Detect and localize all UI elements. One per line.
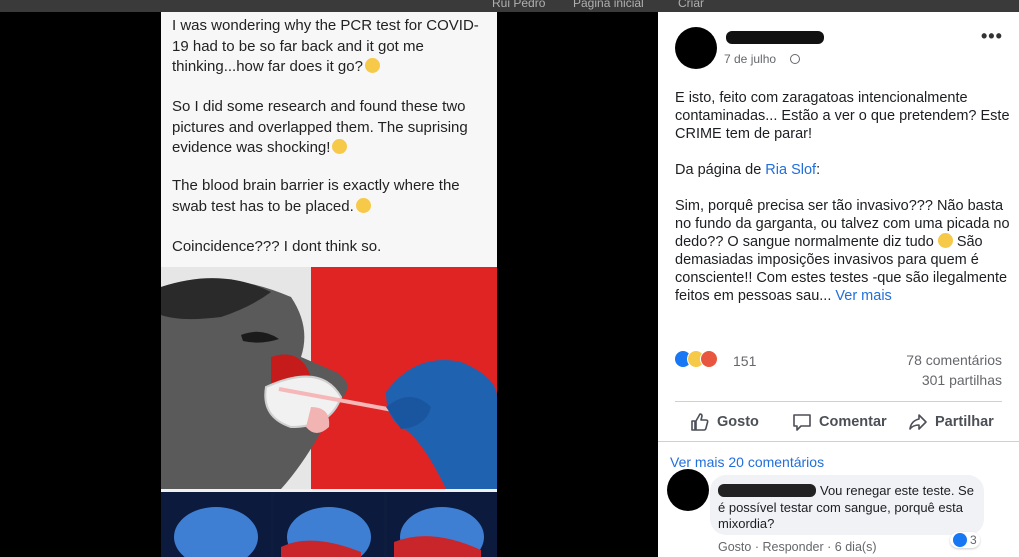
photo-paragraph-4: Coincidence??? I dont think so.	[172, 238, 382, 255]
shares-count-link[interactable]: 301 partilhas	[922, 372, 1002, 388]
reaction-count[interactable]: 151	[733, 353, 756, 369]
comment-actions: Gosto · Responder · 6 dia(s)	[718, 540, 877, 554]
globe-icon	[790, 54, 800, 64]
like-button[interactable]: Gosto	[690, 410, 759, 434]
commenter-name-redacted[interactable]	[718, 484, 816, 497]
brain-scan-strip	[161, 492, 497, 557]
post-photo[interactable]: I was wondering why the PCR test for COV…	[161, 12, 497, 557]
worried-face-emoji-icon	[355, 197, 371, 213]
commenter-avatar[interactable]	[667, 469, 709, 511]
nasal-swab-illustration	[161, 267, 497, 489]
divider	[658, 441, 1019, 442]
comment-text: Vou renegar este teste. Se é possível te…	[718, 483, 974, 531]
reaction-icons[interactable]	[674, 350, 734, 370]
comment-reply-link[interactable]: Responder	[763, 540, 824, 554]
post-sidebar-panel: 7 de julho ••• E isto, feito com zaragat…	[658, 12, 1019, 557]
author-avatar[interactable]	[675, 27, 717, 69]
top-navigation-bar: Rui Pedro Página inicial Criar	[0, 0, 1019, 12]
comment-icon	[793, 414, 811, 431]
comment-button[interactable]: Comentar	[792, 410, 887, 434]
like-reaction-icon	[953, 533, 967, 547]
view-more-comments-link[interactable]: Ver mais 20 comentários	[670, 454, 824, 470]
angry-reaction-icon	[700, 350, 718, 368]
post-text-paragraph-3: Sim, porquê precisa ser tão invasivo??? …	[675, 198, 1010, 304]
ria-slof-link[interactable]: Ria Slof	[765, 162, 816, 178]
photo-caption-area: I was wondering why the PCR test for COV…	[161, 12, 497, 267]
share-button[interactable]: Partilhar	[908, 410, 994, 434]
post-text-paragraph-1: E isto, feito com zaragatoas intencional…	[675, 90, 1010, 142]
nav-create-link[interactable]: Criar	[678, 0, 704, 10]
thinking-face-emoji-icon	[364, 58, 380, 73]
brain-scan-images	[161, 492, 497, 557]
photo-paragraph-2: So I did some research and found these t…	[172, 98, 468, 156]
thumbs-up-icon	[691, 413, 709, 431]
photo-paragraph-1: I was wondering why the PCR test for COV…	[172, 17, 479, 75]
see-more-link[interactable]: Ver mais	[835, 288, 891, 304]
divider	[675, 401, 1002, 402]
nav-profile-link[interactable]: Rui Pedro	[492, 0, 545, 10]
thinking-face-emoji-icon	[937, 233, 953, 248]
nasal-swab-drawing	[161, 267, 497, 489]
post-text-paragraph-2: Da página de Ria Slof:	[675, 162, 821, 178]
comment-age[interactable]: 6 dia(s)	[835, 540, 877, 554]
shocked-face-emoji-icon	[332, 139, 348, 154]
more-horizontal-icon[interactable]: •••	[981, 26, 1003, 47]
post-date[interactable]: 7 de julho	[724, 52, 776, 66]
comment-like-count[interactable]: 3	[950, 532, 980, 548]
photo-paragraph-3: The blood brain barrier is exactly where…	[172, 177, 460, 215]
author-name-redacted[interactable]	[726, 31, 824, 44]
nav-home-link[interactable]: Página inicial	[573, 0, 644, 10]
comments-count-link[interactable]: 78 comentários	[906, 352, 1002, 368]
comment-like-link[interactable]: Gosto	[718, 540, 751, 554]
share-arrow-icon	[909, 414, 927, 430]
